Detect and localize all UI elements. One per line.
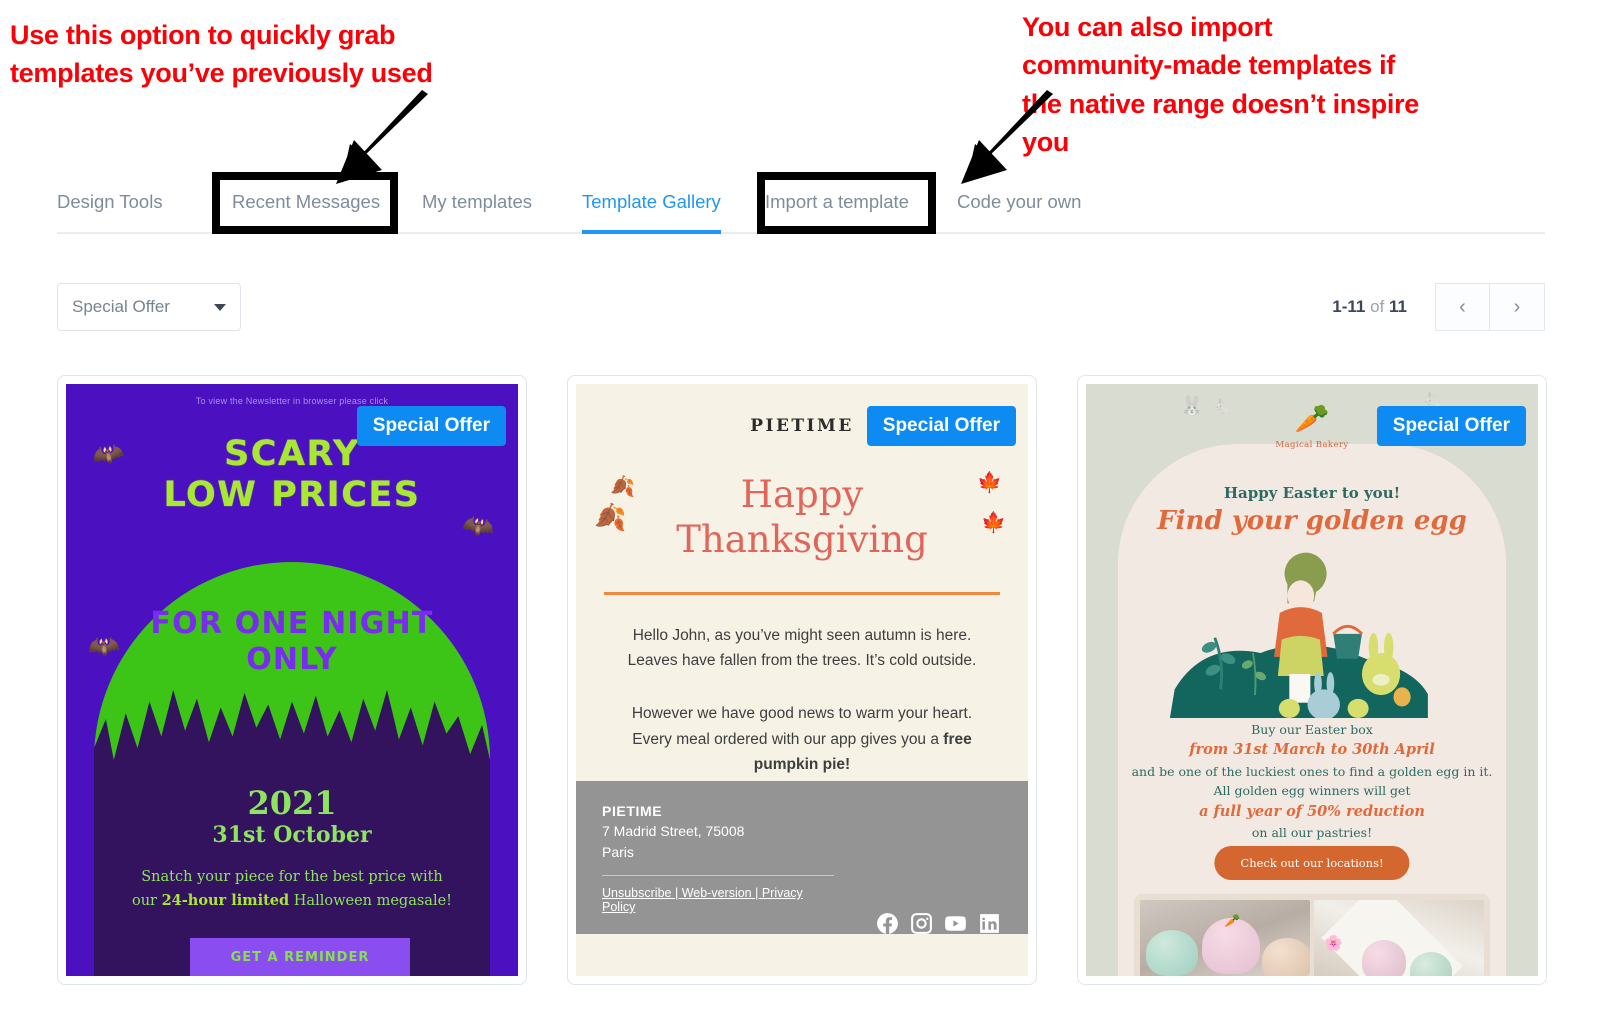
pagination-next-button[interactable]: ›	[1490, 283, 1545, 331]
category-filter-dropdown[interactable]: Special Offer	[57, 283, 241, 331]
halloween-body-line2-post: Halloween megasale!	[289, 893, 452, 910]
tab-design-tools[interactable]: Design Tools	[57, 172, 163, 232]
maple-leaf-icon: 🍁	[981, 512, 1006, 534]
template-preview: To view the Newsletter in browser please…	[66, 384, 518, 976]
pagination-of: of	[1365, 297, 1390, 316]
template-card-easter[interactable]: Special Offer 🐰 🐇 🐇 🥕 Magical Bakery Hap…	[1077, 375, 1547, 985]
flower-icon: 🌸	[1324, 934, 1343, 952]
easter-photo-strip: 🥕 🌸	[1134, 894, 1490, 976]
tab-code-your-own[interactable]: Code your own	[957, 172, 1081, 232]
pagination-range: 1-11	[1332, 297, 1366, 316]
footer-link-web-version[interactable]: Web-version	[682, 886, 752, 900]
easter-illustration	[1169, 552, 1428, 718]
easter-body-line2: and be one of the luckiest ones to find …	[1131, 763, 1493, 799]
template-card-grid: Special Offer To view the Newsletter in …	[57, 375, 1547, 995]
footer-social-icons	[875, 911, 1002, 936]
easter-body: Buy our Easter box from 31st March to 30…	[1126, 720, 1498, 842]
footer-links: Unsubscribe | Web-version | Privacy Poli…	[602, 875, 834, 914]
thanksgiving-paragraph-2-pre: However we have good news to warm your h…	[631, 705, 973, 748]
template-preview: 🐰 🐇 🐇 🥕 Magical Bakery Happy Easter to y…	[1086, 384, 1538, 976]
pagination-prev-button[interactable]: ‹	[1435, 283, 1490, 331]
annotation-right-text: You can also import community-made templ…	[1022, 12, 1419, 157]
easter-body-emphasis-1: from 31st March to 30th April	[1189, 741, 1435, 759]
cupcake-photo-left: 🥕	[1140, 900, 1310, 976]
linkedin-icon[interactable]	[977, 911, 1002, 936]
halloween-body-line2-pre: our	[131, 893, 162, 910]
preheader-text: To view the Newsletter in browser please…	[195, 396, 389, 406]
thanksgiving-paragraph-1: Hello John, as you’ve might seen autumn …	[627, 627, 977, 670]
halloween-year: 2021	[247, 784, 337, 822]
thanksgiving-paragraph-2: However we have good news to warm your h…	[612, 701, 992, 776]
chevron-left-icon: ‹	[1459, 295, 1466, 318]
category-filter-value: Special Offer	[72, 297, 170, 316]
halloween-body: Snatch your piece for the best price wit…	[114, 866, 470, 913]
annotation-left-text: Use this option to quickly grab template…	[10, 20, 433, 89]
cupcake-photo-right: 🌸	[1314, 900, 1484, 976]
status-badge: Special Offer	[866, 406, 1016, 446]
halloween-date: 31st October	[212, 822, 372, 848]
youtube-icon[interactable]	[943, 911, 968, 936]
pagination-total: 11	[1389, 297, 1407, 316]
halloween-body-line2-bold: 24-hour limited	[161, 892, 290, 910]
easter-cta-button[interactable]: Check out our locations!	[1214, 846, 1410, 880]
chevron-down-icon	[214, 303, 226, 311]
footer-link-sep: |	[751, 886, 762, 900]
footer-link-unsubscribe[interactable]: Unsubscribe	[602, 886, 671, 900]
halloween-body-line1: Snatch your piece for the best price wit…	[141, 869, 443, 885]
highlight-box-recent-messages	[212, 172, 398, 234]
status-badge: Special Offer	[1376, 406, 1526, 446]
easter-body-emphasis-2: a full year of 50% reduction	[1199, 802, 1425, 820]
easter-body-line3: on all our pastries!	[1251, 825, 1373, 841]
footer-company-name: PIETIME	[602, 803, 663, 820]
halloween-title: SCARY LOW PRICES	[163, 434, 421, 516]
bat-icon: 🦇	[459, 509, 496, 545]
easter-body-line1: Buy our Easter box	[1251, 722, 1373, 737]
tab-template-gallery[interactable]: Template Gallery	[582, 172, 721, 234]
bat-icon: 🦇	[89, 436, 128, 474]
halloween-cta-button[interactable]: GET A REMINDER	[190, 938, 410, 976]
leaf-icon: 🍂	[594, 502, 627, 532]
tab-my-templates[interactable]: My templates	[422, 172, 532, 232]
status-badge: Special Offer	[356, 406, 506, 446]
pagination-count: 1-11 of 11	[1332, 297, 1407, 317]
carrot-topper-icon: 🥕	[1224, 914, 1241, 929]
instagram-icon[interactable]	[909, 911, 934, 936]
easter-greeting: Happy Easter to you!	[1223, 484, 1401, 502]
maple-leaf-icon: 🍁	[977, 472, 1002, 494]
leaf-icon: 🍂	[610, 476, 635, 498]
footer-link-sep: |	[671, 886, 682, 900]
highlight-box-import-a-template	[757, 172, 936, 234]
chevron-right-icon: ›	[1513, 295, 1521, 318]
template-card-thanksgiving[interactable]: Special Offer PIETIME 🍂 🍂 🍁 🍁 Happy Than…	[567, 375, 1037, 985]
thanksgiving-heading: Happy Thanksgiving	[676, 473, 928, 562]
footer-address: 7 Madrid Street, 75008 Paris	[602, 823, 745, 860]
halloween-subtitle: FOR ONE NIGHT ONLY	[150, 606, 434, 677]
pagination-controls: 1-11 of 11 ‹ ›	[1332, 283, 1545, 331]
template-preview: PIETIME 🍂 🍂 🍁 🍁 Happy Thanksgiving Hello…	[576, 384, 1028, 976]
divider	[604, 592, 1000, 596]
template-card-halloween[interactable]: Special Offer To view the Newsletter in …	[57, 375, 527, 985]
facebook-icon[interactable]	[875, 911, 900, 936]
easter-heading: Find your golden egg	[1157, 506, 1467, 536]
